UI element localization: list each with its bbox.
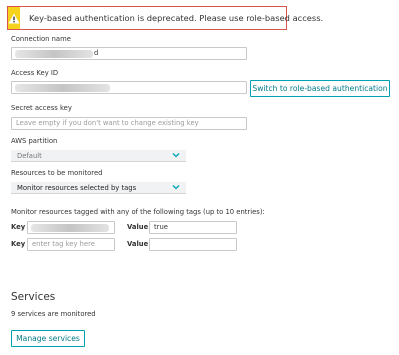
tags-description: Monitor resources tagged with any of the… (11, 208, 265, 216)
services-count: 9 services are monitored (11, 310, 96, 318)
deprecation-warning-banner: Key-based authentication is deprecated. … (7, 6, 323, 30)
access-key-input[interactable] (11, 81, 247, 94)
access-key-label: Access Key ID (11, 69, 59, 77)
tag-key-input-1[interactable] (27, 221, 115, 234)
manage-services-button[interactable]: Manage services (11, 330, 85, 347)
tag-key-input-2[interactable]: enter tag key here (27, 238, 115, 251)
redacted-value (31, 224, 109, 232)
resources-label: Resources to be monitored (11, 169, 103, 177)
tag-value-input-1[interactable]: true (149, 221, 237, 234)
resources-select[interactable]: Monitor resources selected by tags (11, 182, 186, 194)
tag-value-label: Value (127, 223, 149, 231)
redacted-value (15, 84, 110, 92)
aws-partition-select[interactable]: Default (11, 150, 186, 162)
aws-partition-label: AWS partition (11, 137, 58, 145)
aws-partition-value: Default (17, 152, 42, 160)
services-heading: Services (11, 291, 56, 303)
secret-key-label: Secret access key (11, 104, 72, 112)
chevron-down-icon (172, 153, 180, 158)
chevron-down-icon (172, 185, 180, 190)
secret-key-input[interactable]: Leave empty if you don't want to change … (11, 117, 247, 130)
connection-name-suffix: d (94, 49, 99, 57)
switch-to-role-based-button[interactable]: Switch to role-based authentication (250, 80, 390, 97)
connection-name-input[interactable]: d (11, 47, 247, 60)
connection-name-label: Connection name (11, 35, 71, 43)
resources-value: Monitor resources selected by tags (17, 184, 137, 192)
warning-triangle-icon (8, 7, 20, 29)
switch-button-label: Switch to role-based authentication (252, 84, 388, 93)
warning-message: Key-based authentication is deprecated. … (29, 13, 324, 23)
tag-key-label: Key (11, 223, 26, 231)
redacted-value (15, 50, 93, 58)
tag-value-label: Value (127, 240, 149, 248)
tag-key-label: Key (11, 240, 26, 248)
tag-value-input-2[interactable] (149, 238, 237, 251)
manage-services-label: Manage services (16, 334, 80, 343)
